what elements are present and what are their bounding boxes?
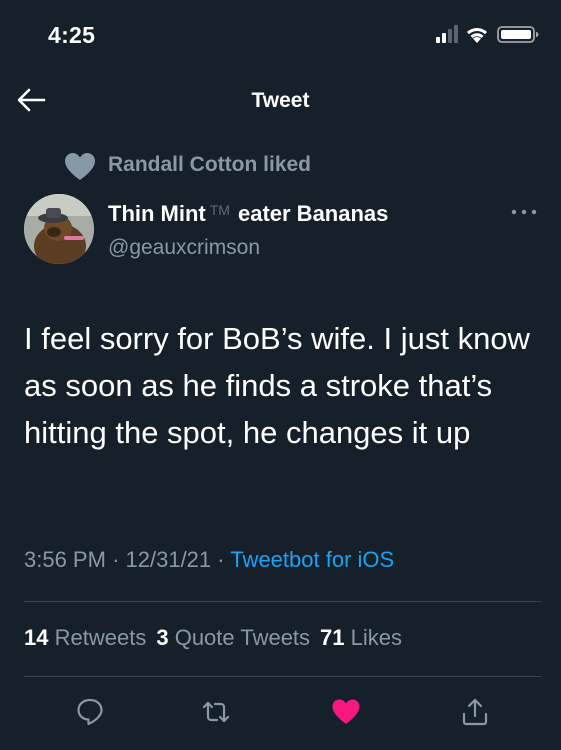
status-time: 4:25 (48, 22, 96, 48)
avatar[interactable] (24, 194, 94, 264)
likes-stat[interactable]: 71 Likes (320, 625, 402, 650)
likes-label: Likes (350, 625, 403, 650)
tweet-meta: 3:56 PM · 12/31/21 · Tweetbot for iOS (24, 547, 394, 573)
meta-separator: · (217, 547, 225, 572)
quotes-stat[interactable]: 3 Quote Tweets (156, 625, 310, 650)
quotes-label: Quote Tweets (174, 625, 311, 650)
engagement-stats: 14 Retweets 3 Quote Tweets 71 Likes (24, 625, 402, 651)
social-context-text[interactable]: Randall Cotton liked (108, 153, 311, 177)
tweet-source-link[interactable]: Tweetbot for iOS (230, 547, 394, 572)
quotes-count: 3 (156, 625, 169, 650)
battery-icon (497, 26, 539, 43)
tweet-date: 12/31/21 (125, 547, 212, 572)
page-title: Tweet (251, 89, 310, 112)
share-icon[interactable] (460, 697, 490, 727)
likes-count: 71 (320, 625, 345, 650)
author-name-part2: eater Bananas (237, 201, 389, 226)
wifi-icon (467, 28, 487, 43)
trademark-symbol: TM (209, 202, 230, 218)
meta-separator: · (112, 547, 120, 572)
author-display-name[interactable]: Thin Mint TM eater Bananas (108, 201, 388, 227)
author-handle[interactable]: @geauxcrimson (108, 236, 260, 260)
retweets-stat[interactable]: 14 Retweets (24, 625, 146, 650)
retweet-icon[interactable] (201, 697, 231, 727)
status-icons (436, 25, 539, 43)
tweet-detail-screen: 4:25 Tweet Randall Cotton liked Thin Min… (0, 0, 561, 750)
reply-icon[interactable] (75, 697, 105, 727)
retweets-label: Retweets (54, 625, 147, 650)
heart-icon (65, 153, 95, 180)
author-name-part1: Thin Mint (108, 201, 206, 226)
avatar-dog-image (24, 194, 94, 264)
heart-icon[interactable] (331, 697, 361, 727)
retweets-count: 14 (24, 625, 49, 650)
cellular-signal-icon (436, 25, 458, 43)
tweet-time: 3:56 PM (24, 547, 106, 572)
tweet-text: I feel sorry for BoB’s wife. I just know… (24, 321, 530, 450)
divider (24, 676, 542, 677)
divider (24, 601, 542, 602)
more-options-icon[interactable] (510, 207, 538, 217)
